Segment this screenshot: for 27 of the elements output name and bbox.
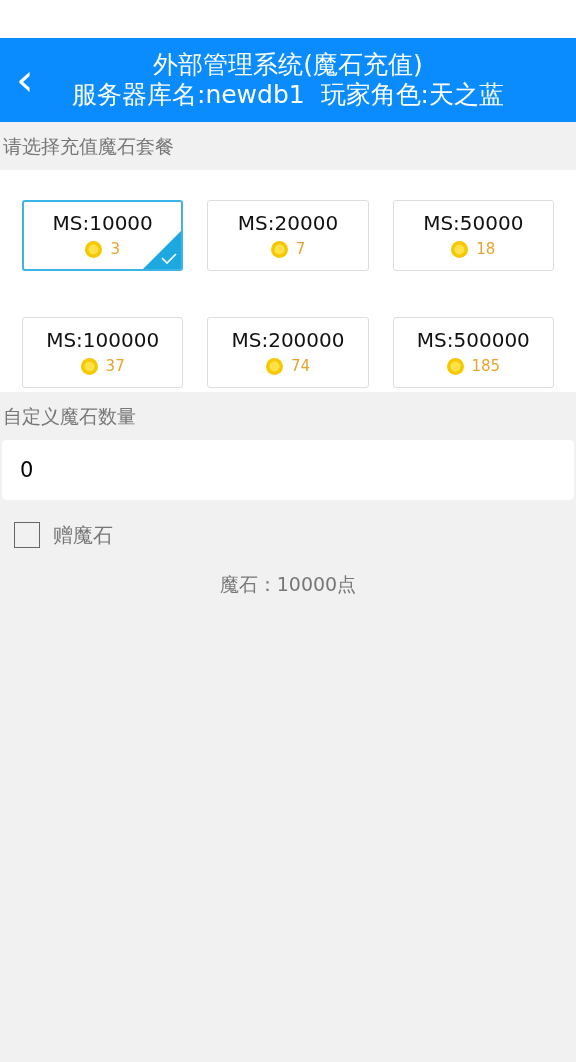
package-option[interactable]: MS:10000 3 [22, 200, 184, 271]
package-option[interactable]: MS:20000 7 [207, 200, 369, 271]
price-text: 74 [290, 356, 311, 378]
selected-check-icon [143, 231, 182, 269]
amount-input[interactable]: 0 [2, 440, 574, 500]
price-text: 18 [476, 239, 496, 261]
section-label: 请选择充值魔石套餐 [2, 134, 175, 159]
package-option[interactable]: MS:500000 185 [392, 317, 554, 388]
coin-icon [270, 241, 288, 258]
checkbox-label: 赠魔石 [53, 522, 113, 549]
price-text: 7 [295, 239, 306, 261]
page-title: 外部管理系统(魔石充值) [153, 50, 423, 80]
page-subtitle: 服务器库名:newdb1 玩家角色:天之蓝 [71, 80, 505, 110]
price-text: 3 [110, 239, 120, 261]
checkbox[interactable] [14, 522, 40, 548]
coin-icon [80, 358, 98, 375]
price-text: 185 [471, 356, 501, 378]
price-text: 37 [105, 356, 125, 378]
coin-icon [451, 241, 469, 258]
package-option[interactable]: MS:50000 18 [392, 200, 554, 271]
package-option[interactable]: MS:200000 74 [207, 317, 369, 388]
coin-icon [85, 241, 103, 258]
coin-icon [446, 358, 464, 375]
coin-icon [265, 358, 283, 375]
section-label: 自定义魔石数量 [2, 404, 137, 429]
summary-text: 魔石：10000点 [219, 572, 357, 597]
package-option[interactable]: MS:100000 37 [22, 317, 184, 388]
